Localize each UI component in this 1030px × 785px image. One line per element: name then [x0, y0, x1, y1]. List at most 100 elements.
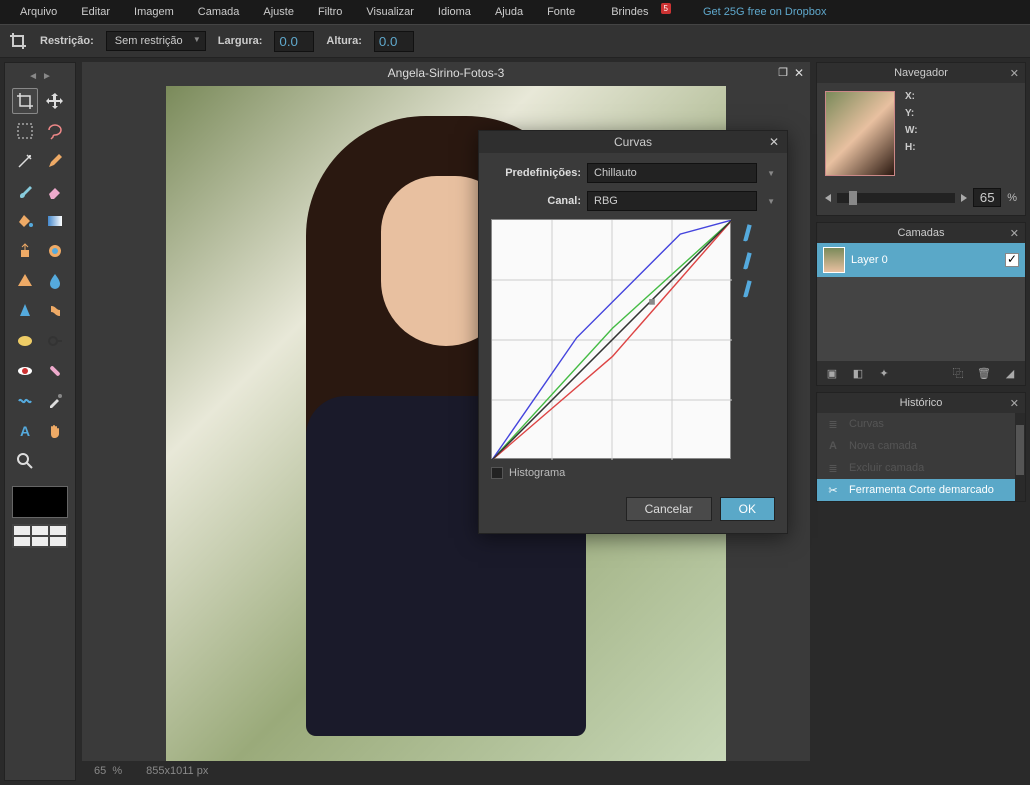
color-swatch[interactable]	[12, 486, 68, 518]
ok-button[interactable]: OK	[720, 497, 775, 521]
history-item-1[interactable]: ANova camada	[817, 435, 1025, 457]
status-dimensions: 855x1011 px	[146, 765, 208, 777]
channel-select[interactable]: RBG	[587, 191, 757, 211]
text-icon: A	[825, 439, 841, 453]
marquee-tool[interactable]	[12, 118, 38, 144]
heal-tool[interactable]	[42, 358, 68, 384]
move-tool[interactable]	[42, 88, 68, 114]
clone-tool[interactable]	[12, 238, 38, 264]
curve-handle[interactable]	[649, 299, 655, 305]
eyedropper-black-icon[interactable]	[737, 223, 759, 239]
pencil-tool[interactable]	[42, 148, 68, 174]
toolbox: ◄ ► A	[4, 62, 76, 781]
dropbox-promo-link[interactable]: Get 25G free on Dropbox	[691, 2, 839, 22]
history-item-2[interactable]: ≣Excluir camada	[817, 457, 1025, 479]
history-item-0[interactable]: ≣Curvas	[817, 413, 1025, 435]
navigator-thumbnail[interactable]	[825, 91, 895, 176]
layers-empty-area	[817, 277, 1025, 361]
eyedropper-gray-icon[interactable]	[737, 251, 759, 267]
document-title: Angela-Sirino-Fotos-3	[388, 66, 505, 80]
eraser-tool[interactable]	[42, 178, 68, 204]
histogram-checkbox[interactable]	[491, 467, 503, 479]
menu-brindes[interactable]: Brindes5	[587, 2, 683, 22]
brush-tool[interactable]	[12, 178, 38, 204]
layer-fx-icon[interactable]: ✦	[875, 366, 893, 380]
liquify-tool[interactable]	[12, 388, 38, 414]
zoom-out-icon[interactable]	[825, 194, 831, 202]
new-layer-icon[interactable]: ▣	[823, 366, 841, 380]
preset-select[interactable]: Chillauto	[587, 163, 757, 183]
eyedropper-tool[interactable]	[42, 388, 68, 414]
color-replace-tool[interactable]	[42, 238, 68, 264]
cancel-button[interactable]: Cancelar	[626, 497, 712, 521]
menu-imagem[interactable]: Imagem	[122, 2, 186, 22]
eyedropper-white-icon[interactable]	[737, 279, 759, 295]
bucket-tool[interactable]	[12, 208, 38, 234]
navigator-close-icon[interactable]: ✕	[1010, 67, 1019, 80]
curves-dialog: Curvas✕ Predefinições: Chillauto▼ Canal:…	[478, 130, 788, 534]
zoom-in-icon[interactable]	[961, 194, 967, 202]
layer-thumbnail	[823, 247, 845, 273]
crop-tool[interactable]	[12, 88, 38, 114]
close-document-icon[interactable]: ✕	[794, 66, 804, 80]
largura-input[interactable]	[274, 31, 314, 52]
menu-arquivo[interactable]: Arquivo	[8, 2, 69, 22]
delete-layer-icon[interactable]: 🗑	[975, 366, 993, 380]
history-panel: Histórico✕ ≣Curvas ANova camada ≣Excluir…	[816, 392, 1026, 502]
menu-visualizar[interactable]: Visualizar	[354, 2, 426, 22]
curves-close-icon[interactable]: ✕	[769, 135, 779, 149]
histogram-label: Histograma	[509, 467, 565, 479]
nav-x-label: X:	[905, 91, 918, 102]
menu-ajuste[interactable]: Ajuste	[251, 2, 306, 22]
layer-row-0[interactable]: Layer 0	[817, 243, 1025, 277]
dodge-tool[interactable]	[42, 328, 68, 354]
lasso-tool[interactable]	[42, 118, 68, 144]
history-scrollbar[interactable]	[1015, 413, 1025, 501]
shape-tool[interactable]	[12, 268, 38, 294]
svg-text:A: A	[20, 423, 30, 439]
toolbox-prev[interactable]: ◄	[28, 71, 38, 82]
menu-ajuda[interactable]: Ajuda	[483, 2, 535, 22]
menubar: Arquivo Editar Imagem Camada Ajuste Filt…	[0, 0, 1030, 24]
altura-label: Altura:	[326, 35, 361, 47]
crop-icon: ✂	[825, 483, 841, 497]
chevron-down-icon: ▼	[767, 197, 775, 206]
zoom-tool[interactable]	[12, 448, 38, 474]
altura-input[interactable]	[374, 31, 414, 52]
zoom-input[interactable]	[973, 188, 1001, 207]
curves-title: Curvas	[614, 135, 652, 149]
history-close-icon[interactable]: ✕	[1010, 397, 1019, 410]
zoom-slider[interactable]	[837, 193, 955, 203]
duplicate-layer-icon[interactable]: ⿻	[949, 366, 967, 380]
status-bar: 65 % 855x1011 px	[82, 761, 810, 781]
largura-label: Largura:	[218, 35, 263, 47]
menu-editar[interactable]: Editar	[69, 2, 122, 22]
layers-panel: Camadas✕ Layer 0 ▣ ◧ ✦ ⿻ 🗑 ◢	[816, 222, 1026, 386]
layers-close-icon[interactable]: ✕	[1010, 227, 1019, 240]
type-tool[interactable]: A	[12, 418, 38, 444]
layer-name: Layer 0	[851, 254, 888, 266]
layers-menu-icon[interactable]: ◢	[1001, 366, 1019, 380]
hand-tool[interactable]	[42, 418, 68, 444]
layer-mask-icon[interactable]: ◧	[849, 366, 867, 380]
sponge-tool[interactable]	[12, 328, 38, 354]
history-item-3[interactable]: ✂Ferramenta Corte demarcado	[817, 479, 1025, 501]
wand-tool[interactable]	[12, 148, 38, 174]
restricao-select[interactable]: Sem restrição	[106, 31, 206, 51]
gradient-tool[interactable]	[42, 208, 68, 234]
blur-tool[interactable]	[42, 268, 68, 294]
swatch-grid[interactable]	[12, 524, 68, 548]
menu-camada[interactable]: Camada	[186, 2, 252, 22]
sharpen-tool[interactable]	[12, 298, 38, 324]
smudge-tool[interactable]	[42, 298, 68, 324]
preset-label: Predefinições:	[491, 167, 581, 179]
layers-footer: ▣ ◧ ✦ ⿻ 🗑 ◢	[817, 361, 1025, 385]
layer-visibility-checkbox[interactable]	[1005, 253, 1019, 267]
menu-filtro[interactable]: Filtro	[306, 2, 354, 22]
menu-idioma[interactable]: Idioma	[426, 2, 483, 22]
menu-fonte[interactable]: Fonte	[535, 2, 587, 22]
redeye-tool[interactable]	[12, 358, 38, 384]
curves-graph[interactable]	[491, 219, 731, 459]
toolbox-next[interactable]: ►	[42, 71, 52, 82]
restore-icon[interactable]: ❐	[778, 66, 788, 80]
